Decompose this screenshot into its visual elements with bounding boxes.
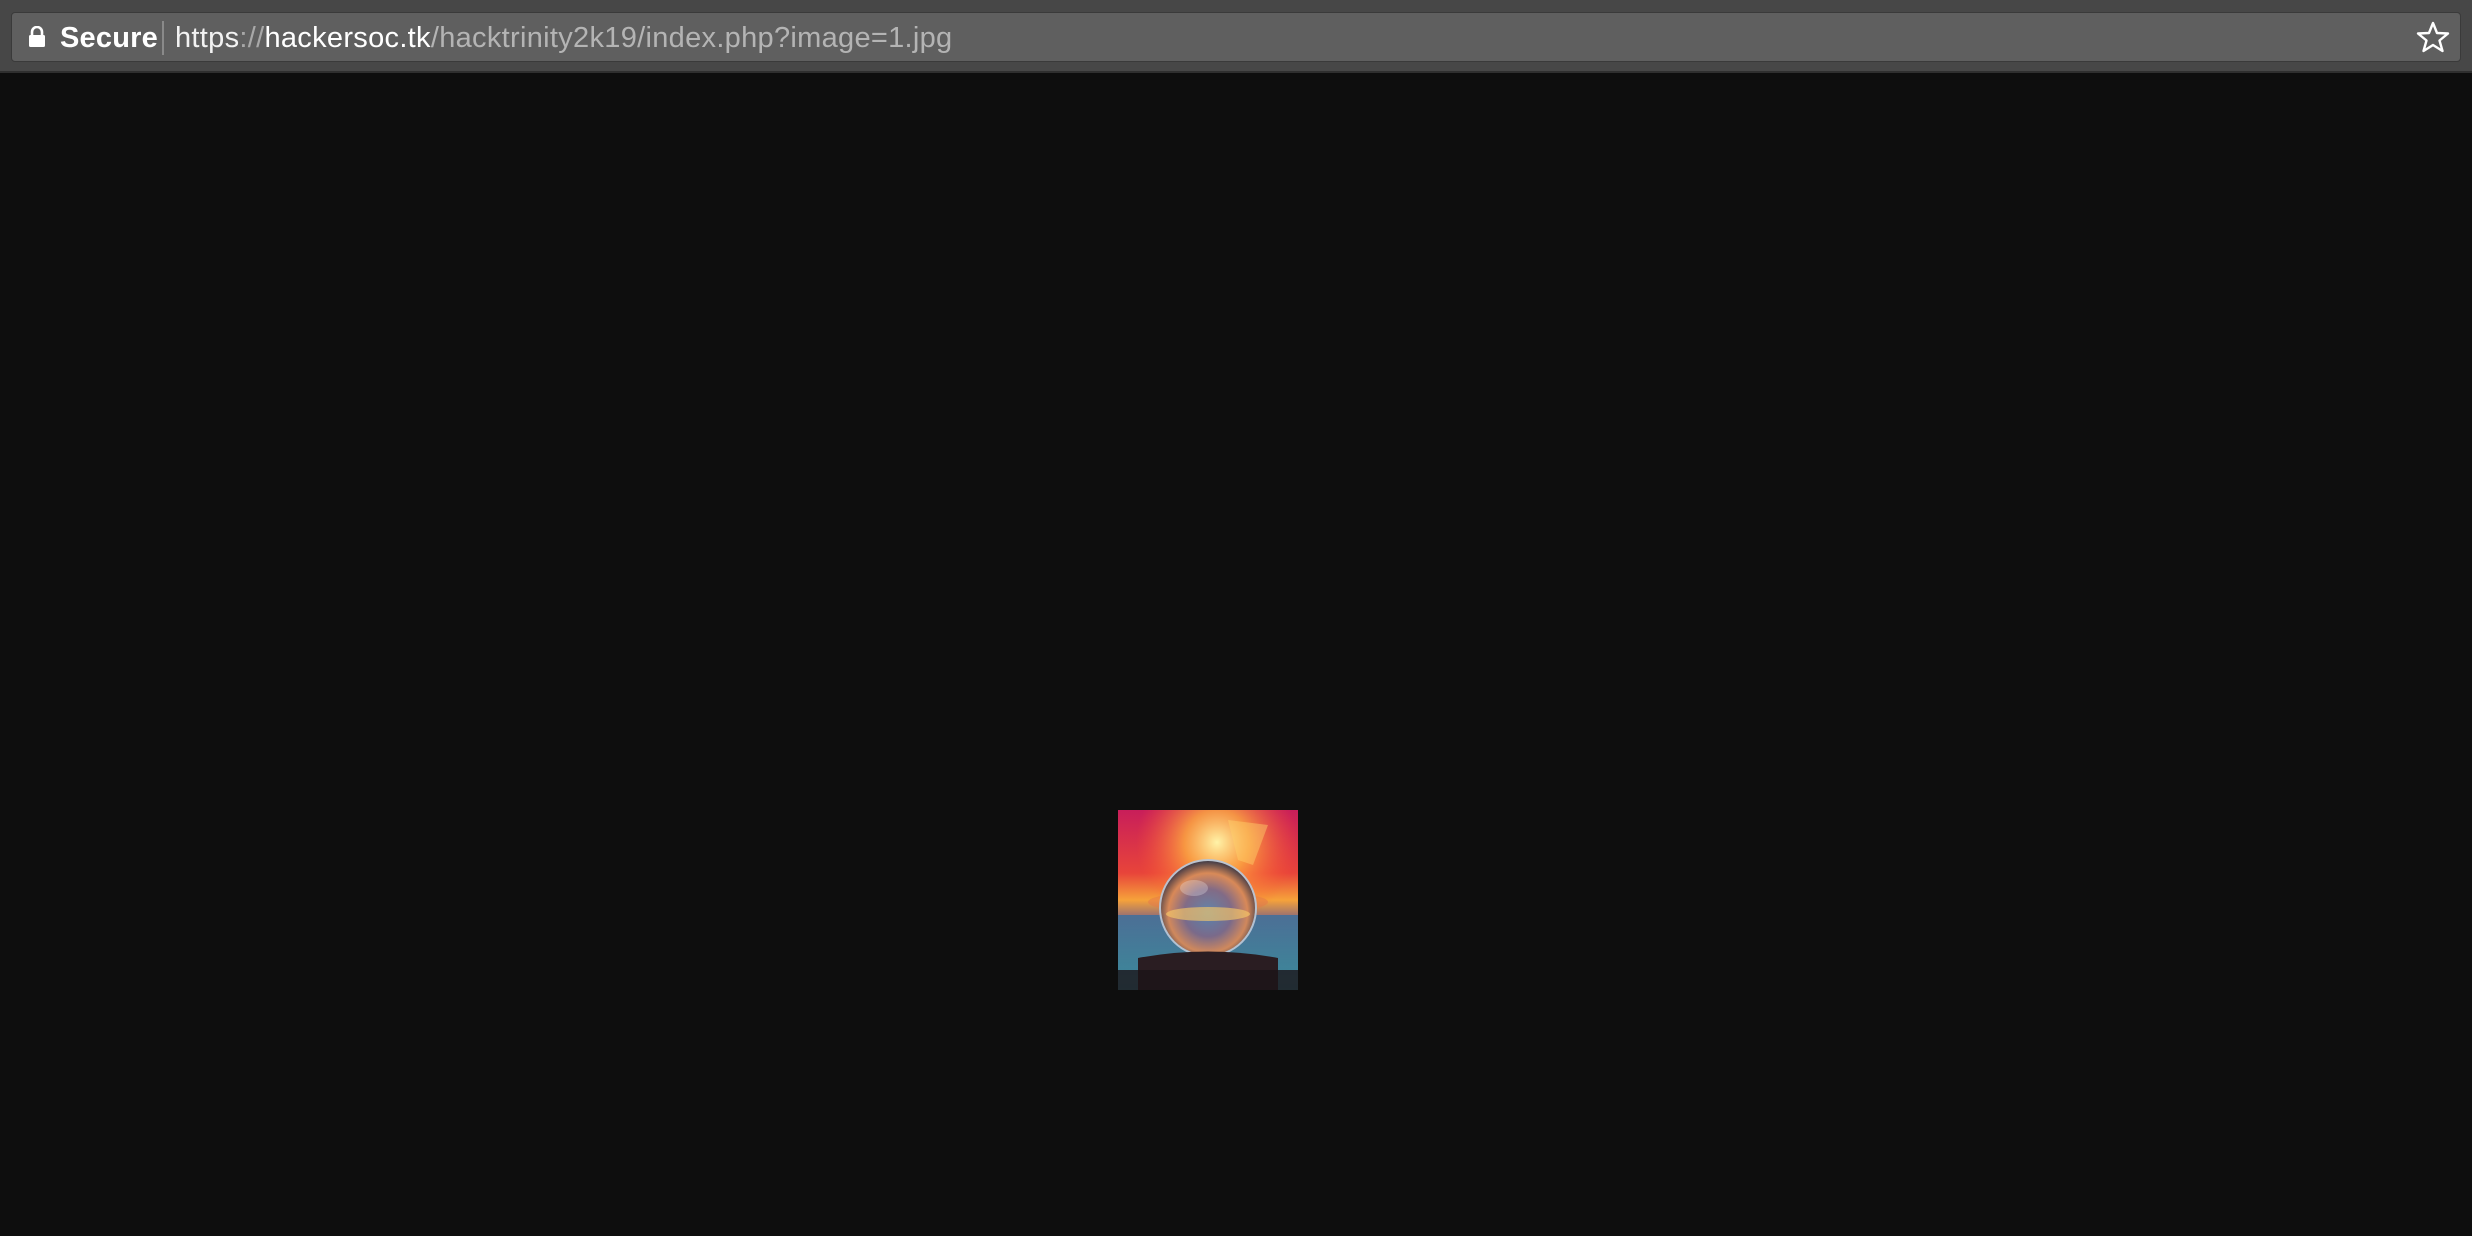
lock-icon[interactable] xyxy=(27,26,47,48)
page-viewport xyxy=(0,73,2472,1236)
url-text[interactable]: https://hackersoc.tk/hacktrinity2k19/ind… xyxy=(175,22,953,54)
url-separator: :// xyxy=(239,22,265,54)
url-host: hackersoc.tk xyxy=(264,22,431,54)
bookmark-star-icon[interactable] xyxy=(2416,20,2450,54)
displayed-image[interactable] xyxy=(1118,810,1298,990)
omnibox-divider xyxy=(162,21,164,55)
security-label[interactable]: Secure xyxy=(60,22,158,54)
address-bar[interactable]: Secure https://hackersoc.tk/hacktrinity2… xyxy=(11,12,2461,62)
browser-toolbar: Secure https://hackersoc.tk/hacktrinity2… xyxy=(0,0,2472,73)
url-scheme: https xyxy=(175,22,240,54)
url-path: /hacktrinity2k19/index.php?image=1.jpg xyxy=(430,22,953,54)
